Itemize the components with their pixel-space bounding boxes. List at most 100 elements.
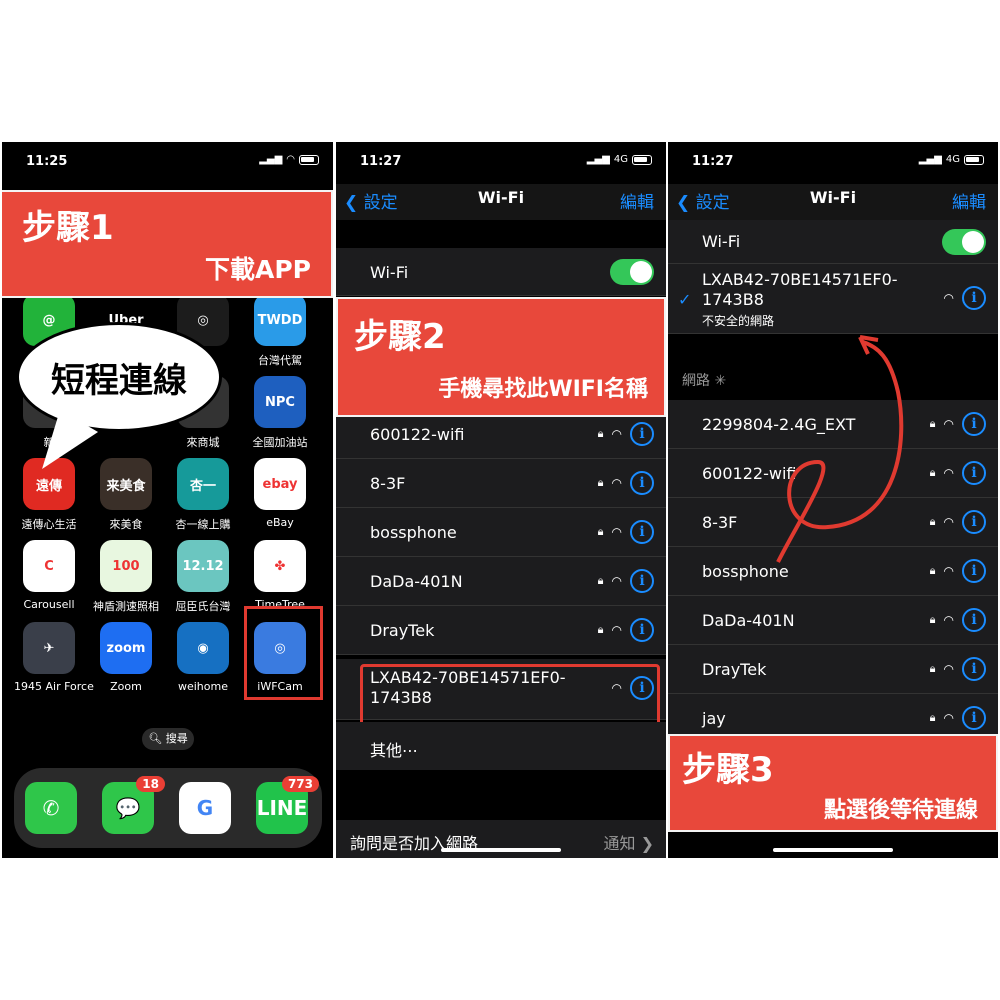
- app-glyph-icon: 杏一: [177, 458, 229, 510]
- battery-icon: [632, 154, 652, 165]
- lock-icon: 🔒︎: [597, 427, 604, 440]
- app-label: Zoom: [110, 680, 142, 693]
- nav-title: Wi-Fi: [477, 188, 525, 207]
- step1-banner: 步驟1 下載APP: [2, 190, 333, 298]
- phone-icon: ✆: [25, 782, 77, 834]
- app-glyph-icon: zoom: [100, 622, 152, 674]
- info-icon[interactable]: i: [630, 471, 654, 495]
- app-icon[interactable]: ◉ weihome: [168, 622, 238, 693]
- app-glyph-icon: ebay: [254, 458, 306, 510]
- network-name: 8-3F: [370, 474, 406, 493]
- ask-join-row[interactable]: 詢問是否加入網路 通知 ❯: [336, 820, 666, 858]
- app-icon[interactable]: 来美食 來美食: [91, 458, 161, 532]
- app-icon[interactable]: ebay eBay: [245, 458, 315, 529]
- app-icon[interactable]: NPC 全國加油站: [245, 376, 315, 450]
- signal-icon: ▂▄▆: [259, 154, 283, 165]
- wifi-icon: ◠: [286, 154, 295, 165]
- step-subtitle: 手機尋找此WIFI名稱: [438, 377, 648, 402]
- wifi-connected-panel: 11:27 ▂▄▆ 4G ❮ 設定 Wi-Fi 編輯 Wi-Fi ✓ LXAB42…: [668, 142, 998, 858]
- dock-app-google[interactable]: G: [170, 782, 240, 834]
- wifi-toggle[interactable]: [610, 259, 654, 285]
- network-row[interactable]: DaDa-401N 🔒︎ ◠ i: [336, 557, 666, 606]
- search-icon: 🔍︎: [148, 732, 163, 745]
- other-network-row[interactable]: 其他⋯: [336, 722, 666, 770]
- wifi-label: Wi-Fi: [370, 263, 409, 282]
- target-highlight: [360, 664, 660, 726]
- app-icon[interactable]: ✤ TimeTree: [245, 540, 315, 611]
- dock-app-messages[interactable]: 💬 18: [93, 776, 165, 834]
- app-label: 全國加油站: [252, 436, 308, 449]
- app-icon[interactable]: ✈ 1945 Air Force: [14, 622, 94, 693]
- app-glyph-icon: NPC: [254, 376, 306, 428]
- wifi-signal-icon: ◠: [611, 427, 622, 441]
- google-icon: G: [179, 782, 231, 834]
- home-indicator: [441, 848, 561, 852]
- app-icon[interactable]: 100 神盾測速照相: [91, 540, 161, 614]
- app-icon[interactable]: 杏一 杏一線上購: [168, 458, 238, 532]
- edit-button[interactable]: 編輯: [620, 188, 654, 213]
- app-glyph-icon: ◉: [177, 622, 229, 674]
- status-time: 11:25: [26, 154, 68, 169]
- network-row[interactable]: bossphone 🔒︎ ◠ i: [336, 508, 666, 557]
- info-icon[interactable]: i: [630, 520, 654, 544]
- status-icons: ▂▄▆ 4G: [587, 154, 652, 165]
- signal-icon: ▂▄▆: [586, 154, 610, 165]
- lock-icon: 🔒︎: [597, 476, 604, 489]
- wifi-signal-icon: ◠: [611, 525, 622, 539]
- network-name: 600122-wifi: [370, 425, 465, 444]
- wifi-signal-icon: ◠: [611, 574, 622, 588]
- battery-icon: [299, 154, 319, 165]
- lock-icon: 🔒︎: [597, 623, 604, 636]
- info-icon[interactable]: i: [630, 569, 654, 593]
- network-row[interactable]: 8-3F 🔒︎ ◠ i: [336, 459, 666, 508]
- app-label: eBay: [266, 516, 294, 529]
- app-label: 來美食: [109, 518, 143, 531]
- app-glyph-icon: 来美食: [100, 458, 152, 510]
- network-row[interactable]: DrayTek 🔒︎ ◠ i: [336, 606, 666, 655]
- app-glyph-icon: TWDD: [254, 294, 306, 346]
- app-glyph-icon: C: [23, 540, 75, 592]
- app-glyph-icon: 12.12: [177, 540, 229, 592]
- app-glyph-icon: 100: [100, 540, 152, 592]
- dock-app-phone[interactable]: ✆: [16, 782, 86, 834]
- nav-bar: ❮ 設定 Wi-Fi 編輯: [336, 184, 666, 220]
- wifi-toggle-row: Wi-Fi: [336, 248, 666, 296]
- status-time: 11:27: [360, 154, 402, 169]
- bubble-text: 短程連線: [51, 360, 187, 401]
- info-icon[interactable]: i: [630, 422, 654, 446]
- info-icon[interactable]: i: [630, 618, 654, 642]
- step2-banner: 步驟2 手機尋找此WIFI名稱: [336, 297, 666, 417]
- speech-bubble: 短程連線: [16, 322, 222, 432]
- app-icon[interactable]: 12.12 屈臣氏台灣: [168, 540, 238, 614]
- ask-join-value: 通知 ❯: [603, 834, 654, 853]
- status-icons: ▂▄▆ ◠: [259, 154, 319, 165]
- app-label: 遠傳心生活: [21, 518, 77, 531]
- app-glyph-icon: ✈: [23, 622, 75, 674]
- search-label: 搜尋: [165, 732, 188, 745]
- carrier: 4G: [613, 154, 628, 165]
- dock-app-line[interactable]: LINE 773: [247, 776, 319, 834]
- step-subtitle: 點選後等待連線: [823, 798, 978, 823]
- notification-badge: 18: [136, 776, 165, 792]
- iwfcam-highlight: [244, 606, 323, 700]
- wifi-signal-icon: ◠: [611, 476, 622, 490]
- app-glyph-icon: ✤: [254, 540, 306, 592]
- app-label: 神盾測速照相: [93, 600, 159, 613]
- wifi-signal-icon: ◠: [611, 623, 622, 637]
- network-name: bossphone: [370, 523, 457, 542]
- other-label: 其他⋯: [370, 741, 419, 760]
- network-name: DaDa-401N: [370, 572, 463, 591]
- app-label: 1945 Air Force: [14, 680, 94, 693]
- network-name: DrayTek: [370, 621, 435, 640]
- step-title: 步驟2: [354, 317, 446, 357]
- app-label: 來商城: [186, 436, 220, 449]
- app-icon[interactable]: zoom Zoom: [91, 622, 161, 693]
- app-icon[interactable]: C Carousell: [14, 540, 84, 611]
- home-indicator: [773, 848, 893, 852]
- notification-badge: 773: [281, 776, 319, 792]
- search-button[interactable]: 🔍︎ 搜尋: [142, 728, 194, 750]
- lock-icon: 🔒︎: [597, 525, 604, 538]
- network-row[interactable]: 600122-wifi 🔒︎ ◠ i: [336, 410, 666, 459]
- app-icon[interactable]: TWDD 台灣代駕: [245, 294, 315, 368]
- step-title: 步驟3: [682, 750, 774, 790]
